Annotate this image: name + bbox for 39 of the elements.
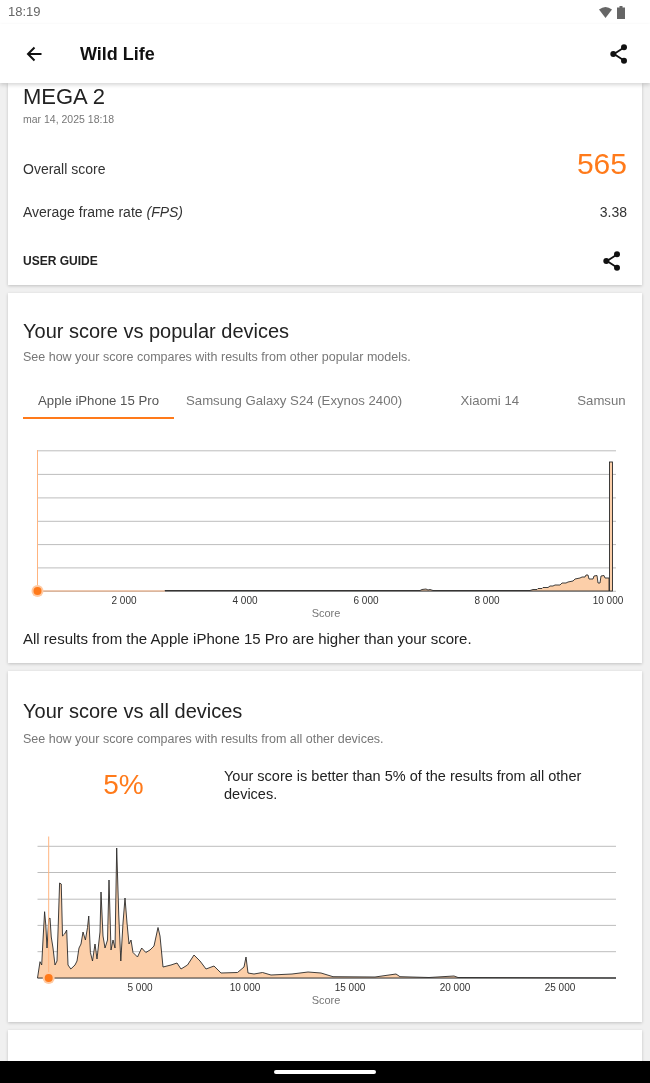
device-tab[interactable]: Samsun [565,380,626,419]
section-title: Your score vs popular devices [23,319,291,344]
share-icon[interactable] [603,251,621,271]
axis-tick-label: 25 000 [544,982,576,993]
share-icon[interactable] [610,43,628,64]
test-date: mar 14, 2025 18:18 [23,112,116,126]
wifi-icon [599,6,612,18]
axis-tick-label: 5 000 [127,982,153,993]
axis-title: Score [311,607,341,619]
percentile-value: 5% [103,768,144,802]
section-subtitle: See how your score compares with results from all other devices. [23,731,385,747]
status-time: 18:19 [8,4,41,20]
metric-label: Overall score [23,160,106,179]
battery-icon [617,5,625,19]
axis-tick-label: 6 000 [353,595,379,606]
score-marker-icon [31,585,44,597]
percentile-text: Your score is better than 5% of the results from all other devices. [224,767,583,803]
axis-tick-label: 15 000 [334,982,366,993]
metric-value: 3.38 [599,203,627,222]
device-name: MEGA 2 [23,84,106,110]
axis-tick-label: 2 000 [111,595,137,606]
score-marker-icon [42,972,55,984]
device-tab[interactable]: Samsung Galaxy S24 (Exynos 2400) [174,380,415,419]
axis-title: Score [311,994,341,1006]
section-subtitle: See how your score compares with results from other popular models. [23,349,412,365]
device-tab[interactable]: Xiaomi 14 [414,380,566,419]
axis-tick-label: 10 000 [592,595,624,606]
summary-text: All results from the Apple iPhone 15 Pro are higher than your score. [23,629,473,649]
axis-tick-label: 20 000 [439,982,471,993]
axis-tick-label: 10 000 [229,982,261,993]
axis-tick-label: 4 000 [232,595,258,606]
device-tab[interactable]: Apple iPhone 15 Pro [23,380,174,419]
back-arrow-icon[interactable] [26,45,42,62]
section-title: Your score vs all devices [23,699,244,724]
metric-label: Average frame rate (FPS) [23,203,184,222]
user-guide-link[interactable]: USER GUIDE [23,253,98,269]
overall-score-value: 565 [576,147,627,181]
axis-tick-label: 8 000 [474,595,500,606]
app-title: Wild Life [80,42,155,66]
